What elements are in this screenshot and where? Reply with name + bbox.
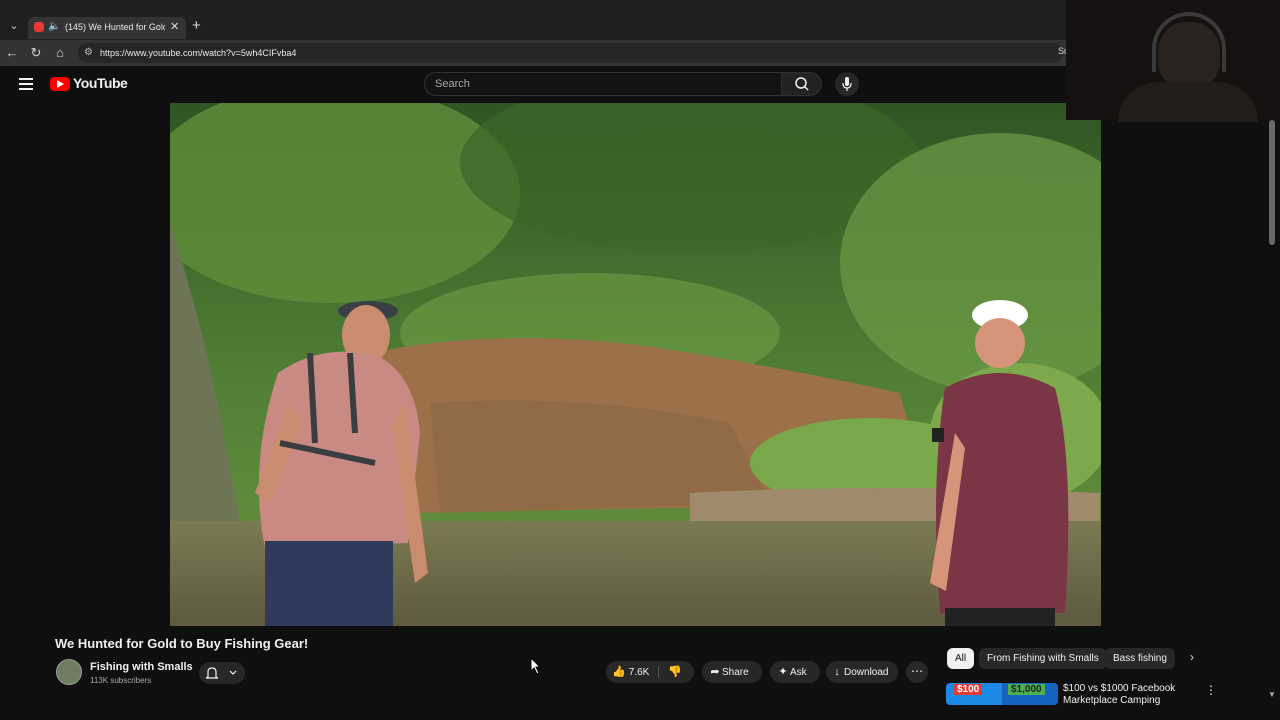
youtube-wordmark[interactable]: YouTube <box>73 75 128 91</box>
site-info-icon[interactable]: ⚙ <box>84 46 96 60</box>
like-count: 7.6K <box>628 667 650 678</box>
search-placeholder: Search <box>435 78 470 90</box>
back-arrow-icon[interactable]: ← <box>4 44 20 62</box>
chip-bass-fishing[interactable]: Bass fishing <box>1105 648 1175 669</box>
scrollbar-thumb[interactable] <box>1269 120 1275 245</box>
ask-label: Ask <box>790 667 807 678</box>
chevron-right-icon[interactable]: › <box>1190 650 1194 664</box>
youtube-logo-icon[interactable] <box>50 77 70 91</box>
search-icon <box>795 77 809 91</box>
close-tab-icon[interactable]: ✕ <box>170 20 182 34</box>
video-player[interactable] <box>170 103 1101 626</box>
more-actions-icon[interactable]: ⋯ <box>906 661 928 683</box>
channel-avatar[interactable] <box>56 659 82 685</box>
video-frame <box>170 103 1101 626</box>
tab-search-chevron-icon[interactable]: ⌄ <box>6 18 22 34</box>
share-label: Share <box>722 667 749 678</box>
ask-button[interactable]: ✦ Ask <box>770 661 820 683</box>
sparkle-icon: ✦ <box>778 666 788 678</box>
recommendation-title[interactable]: $100 vs $1000 Facebook Marketplace Campi… <box>1063 683 1203 707</box>
like-dislike-group: 👍 7.6K 👎 <box>606 661 694 683</box>
mouse-cursor-icon <box>530 657 542 675</box>
recommendation-thumbnail[interactable]: $100 $1,000 <box>946 683 1058 705</box>
download-button[interactable]: ↓ Download <box>826 661 898 683</box>
reload-icon[interactable]: ↻ <box>28 44 44 62</box>
youtube-favicon-icon <box>34 22 44 32</box>
share-button[interactable]: ➦ Share <box>702 661 762 683</box>
url-text: https://www.youtube.com/watch?v=5wh4CIFv… <box>100 48 297 58</box>
recommendation-menu-icon[interactable]: ⋮ <box>1205 683 1217 697</box>
channel-name[interactable]: Fishing with Smalls <box>90 661 193 673</box>
subscriber-count: 113K subscribers <box>90 676 152 685</box>
thumb-left-price: $100 <box>954 684 983 695</box>
streamer-body <box>1118 82 1258 122</box>
scroll-down-arrow-icon[interactable]: ▼ <box>1268 690 1276 699</box>
thumb-right-price: $1,000 <box>1008 684 1045 695</box>
share-arrow-icon: ➦ <box>710 666 720 678</box>
thumbs-up-icon: 👍 <box>612 666 626 678</box>
like-divider <box>658 666 659 678</box>
thumbs-down-icon: 👎 <box>668 666 682 678</box>
hamburger-menu-icon[interactable] <box>18 76 36 92</box>
download-label: Download <box>844 667 889 678</box>
download-arrow-icon: ↓ <box>834 666 840 678</box>
chip-from-channel[interactable]: From Fishing with Smalls <box>979 648 1107 669</box>
tab-title: (145) We Hunted for Gold to Buy Fishing … <box>65 22 165 32</box>
home-icon[interactable]: ⌂ <box>52 44 68 62</box>
microphone-icon <box>842 77 852 91</box>
voice-search-button[interactable] <box>835 72 859 96</box>
audio-playing-icon[interactable]: 🔈 <box>48 20 60 34</box>
dislike-button[interactable]: 👎 <box>668 661 682 684</box>
chip-all[interactable]: All <box>947 648 975 669</box>
streamer-head <box>1158 22 1220 88</box>
search-button[interactable] <box>782 72 822 96</box>
video-title: We Hunted for Gold to Buy Fishing Gear! <box>55 636 309 651</box>
bell-icon <box>205 667 237 679</box>
notification-bell-button[interactable] <box>199 662 245 684</box>
new-tab-button[interactable]: + <box>192 18 206 34</box>
like-button[interactable]: 👍 7.6K <box>612 661 649 684</box>
address-bar[interactable]: ⚙ https://www.youtube.com/watch?v=5wh4CI… <box>78 43 1063 63</box>
browser-tab[interactable]: 🔈 (145) We Hunted for Gold to Buy Fishin… <box>28 17 186 39</box>
search-input[interactable]: Search <box>424 72 782 96</box>
